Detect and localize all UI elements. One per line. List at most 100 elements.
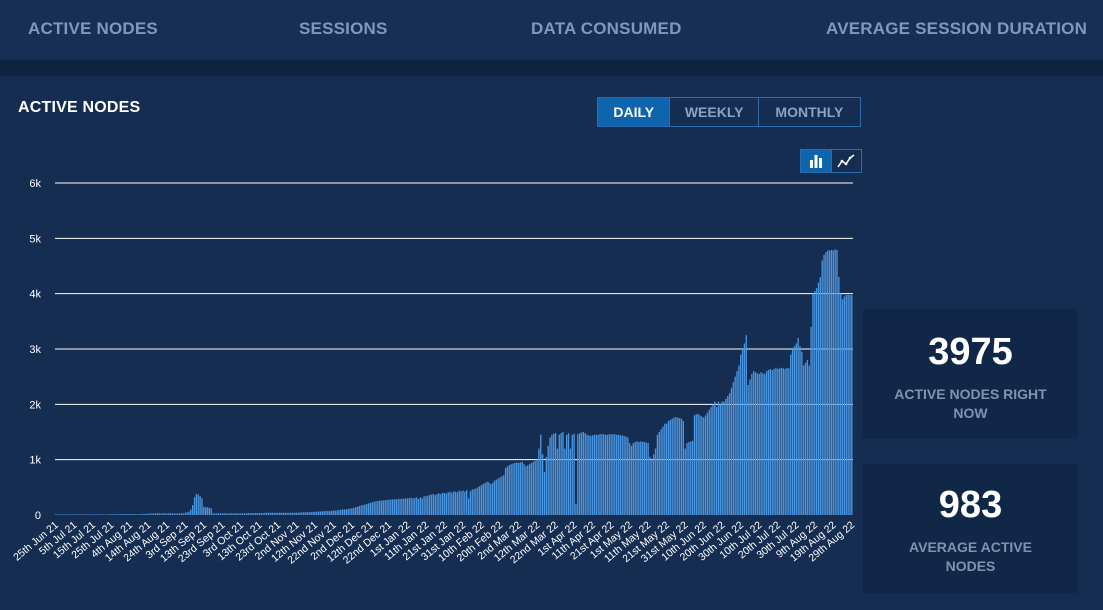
- chart-bar: [238, 513, 240, 515]
- chart-bar: [82, 514, 85, 515]
- chart-bar: [658, 432, 660, 515]
- line-chart-button[interactable]: [830, 150, 862, 172]
- chart-bar: [558, 434, 560, 515]
- chart-bar: [710, 407, 712, 515]
- chart-bar: [377, 500, 379, 515]
- chart-bar: [186, 512, 188, 515]
- chart-bar: [317, 511, 320, 515]
- chart-bar: [104, 514, 107, 515]
- chart-bar: [130, 514, 133, 515]
- chart-bar: [412, 498, 414, 515]
- chart-bar: [516, 462, 518, 515]
- chart-bar: [356, 506, 359, 515]
- chart-bar: [597, 434, 599, 515]
- chart-bar: [462, 490, 464, 515]
- chart-bar: [669, 419, 672, 515]
- chart-bar: [454, 491, 457, 515]
- chart-bar: [88, 514, 90, 515]
- chart-bar: [525, 466, 527, 515]
- chart-bar: [166, 513, 168, 515]
- chart-bar: [730, 387, 733, 515]
- period-daily-button[interactable]: DAILY: [598, 98, 670, 126]
- chart-bar: [569, 448, 572, 515]
- chart-bar: [427, 495, 429, 515]
- chart-bar: [478, 486, 481, 515]
- chart-bar: [480, 485, 483, 515]
- chart-bar: [662, 426, 664, 515]
- chart-bar: [665, 423, 668, 515]
- chart-bar: [695, 414, 697, 515]
- chart-bar: [227, 513, 229, 515]
- chart-bar: [201, 498, 203, 515]
- chart-bar: [486, 481, 488, 515]
- chart-bar: [312, 511, 314, 515]
- chart-bar: [595, 434, 597, 515]
- chart-bar: [834, 249, 836, 515]
- tab-sessions[interactable]: SESSIONS: [299, 19, 388, 39]
- chart-bar: [738, 365, 740, 515]
- chart-bar: [612, 434, 614, 515]
- bar-chart-button[interactable]: [801, 150, 831, 172]
- chart-bar: [430, 494, 433, 515]
- chart-bar: [297, 512, 299, 515]
- chart-bar: [260, 513, 262, 515]
- chart-bar: [362, 505, 364, 515]
- chart-bar: [184, 512, 186, 515]
- chart-bar: [262, 513, 264, 515]
- chart-bar: [847, 294, 849, 515]
- tab-data-consumed[interactable]: DATA CONSUMED: [531, 19, 682, 39]
- chart-bar: [56, 514, 59, 515]
- chart-bar: [388, 499, 390, 515]
- chart-bar: [197, 494, 199, 515]
- chart-bar: [295, 512, 298, 515]
- period-monthly-button[interactable]: MONTHLY: [757, 98, 860, 126]
- chart-bar: [440, 493, 442, 515]
- chart-bar: [75, 514, 77, 515]
- chart-bar: [769, 368, 772, 515]
- chart-bar: [69, 514, 72, 515]
- chart-bar: [403, 498, 405, 515]
- chart-bar: [849, 295, 851, 515]
- chart-bar: [345, 509, 348, 515]
- chart-bar: [828, 250, 831, 516]
- chart-bar: [812, 293, 814, 515]
- chart-bar: [169, 513, 172, 515]
- chart-bar: [142, 513, 144, 515]
- chart-bar: [247, 513, 249, 515]
- chart-bar: [497, 478, 499, 515]
- chart-bar: [151, 513, 153, 515]
- chart-bar: [614, 434, 616, 515]
- chart-bar: [127, 514, 129, 515]
- tab-active-nodes[interactable]: ACTIVE NODES: [28, 19, 158, 39]
- chart-bar: [803, 365, 805, 515]
- chart-bar: [341, 509, 344, 515]
- chart-bar: [282, 512, 285, 515]
- chart-bar: [641, 441, 644, 515]
- chart-bar: [234, 513, 236, 515]
- chart-bar: [123, 514, 125, 515]
- chart-bar: [66, 514, 68, 515]
- chart-bar: [154, 513, 157, 515]
- chart-bar: [651, 459, 653, 515]
- chart-bar: [532, 461, 535, 515]
- active-nodes-chart: 01k2k3k4k5k6k25th Jun 215th Jul 2115th J…: [11, 178, 857, 567]
- chart-bar: [158, 513, 161, 515]
- chart-bar: [336, 510, 338, 515]
- tab-average-session-duration[interactable]: AVERAGE SESSION DURATION: [826, 19, 1087, 39]
- chart-bar: [306, 512, 309, 515]
- chart-bar: [453, 491, 455, 515]
- chart-bar: [162, 513, 164, 515]
- chart-bar: [456, 492, 459, 515]
- chart-bar: [608, 434, 610, 515]
- chart-bar: [578, 433, 581, 515]
- chart-bar: [136, 514, 138, 515]
- chart-bar: [419, 497, 422, 515]
- chart-bar: [704, 415, 707, 515]
- period-weekly-button[interactable]: WEEKLY: [669, 98, 757, 126]
- chart-bar: [808, 365, 810, 515]
- chart-bar: [777, 368, 779, 515]
- chart-bar: [632, 443, 635, 515]
- chart-bar: [395, 499, 398, 515]
- chart-bar: [575, 503, 577, 515]
- chart-bar: [77, 514, 79, 515]
